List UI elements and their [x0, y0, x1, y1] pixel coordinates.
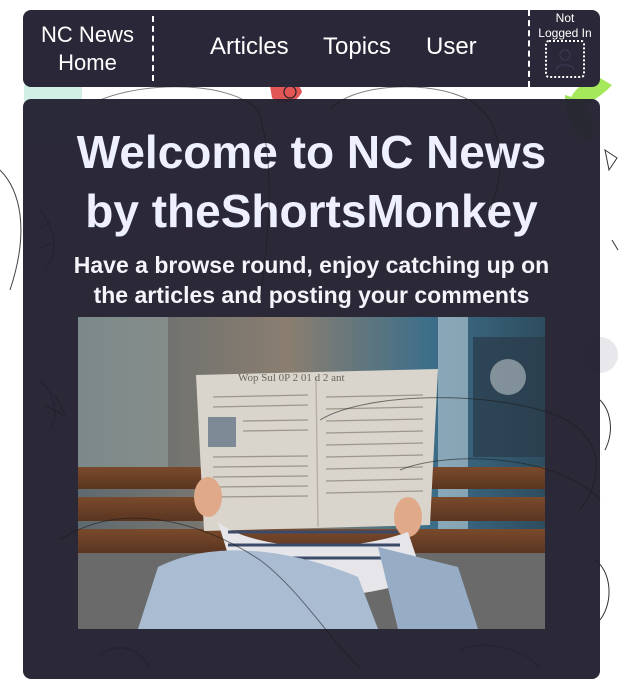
- subtitle-line2: the articles and posting your comments: [93, 282, 530, 308]
- hero-image: Wop Sul 0P 2 01 d 2 ant: [78, 317, 545, 629]
- nav-home-label-line1: NC News: [41, 21, 134, 47]
- user-placeholder-icon: [555, 49, 575, 71]
- nav-home-link[interactable]: NC News Home: [23, 16, 154, 81]
- nav-topics-link[interactable]: Topics: [323, 31, 391, 63]
- login-status-line2: Logged In: [538, 26, 592, 40]
- top-nav-bar: NC News Home Articles Topics User Not Lo…: [23, 10, 600, 87]
- welcome-panel: Welcome to NC News by theShortsMonkey Ha…: [23, 99, 600, 679]
- newspaper-masthead: Wop Sul 0P 2 01 d 2 ant: [238, 372, 345, 384]
- login-status-line1: Not: [555, 11, 575, 25]
- subtitle-line1: Have a browse round, enjoy catching up o…: [73, 252, 550, 278]
- nav-articles-link[interactable]: Articles: [210, 31, 289, 63]
- title-line1: Welcome to NC News: [76, 126, 547, 178]
- welcome-subtitle: Have a browse round, enjoy catching up o…: [43, 250, 580, 310]
- nav-user-link[interactable]: User: [426, 31, 477, 63]
- title-line2: by theShortsMonkey: [85, 185, 538, 237]
- newspaper-reader-photo: Wop Sul 0P 2 01 d 2 ant: [78, 317, 545, 629]
- user-avatar-button[interactable]: [545, 40, 585, 78]
- nav-home-label-line2: Home: [58, 49, 117, 75]
- login-status-panel: Not Logged In: [528, 10, 600, 87]
- page-title: Welcome to NC News by theShortsMonkey: [23, 123, 600, 241]
